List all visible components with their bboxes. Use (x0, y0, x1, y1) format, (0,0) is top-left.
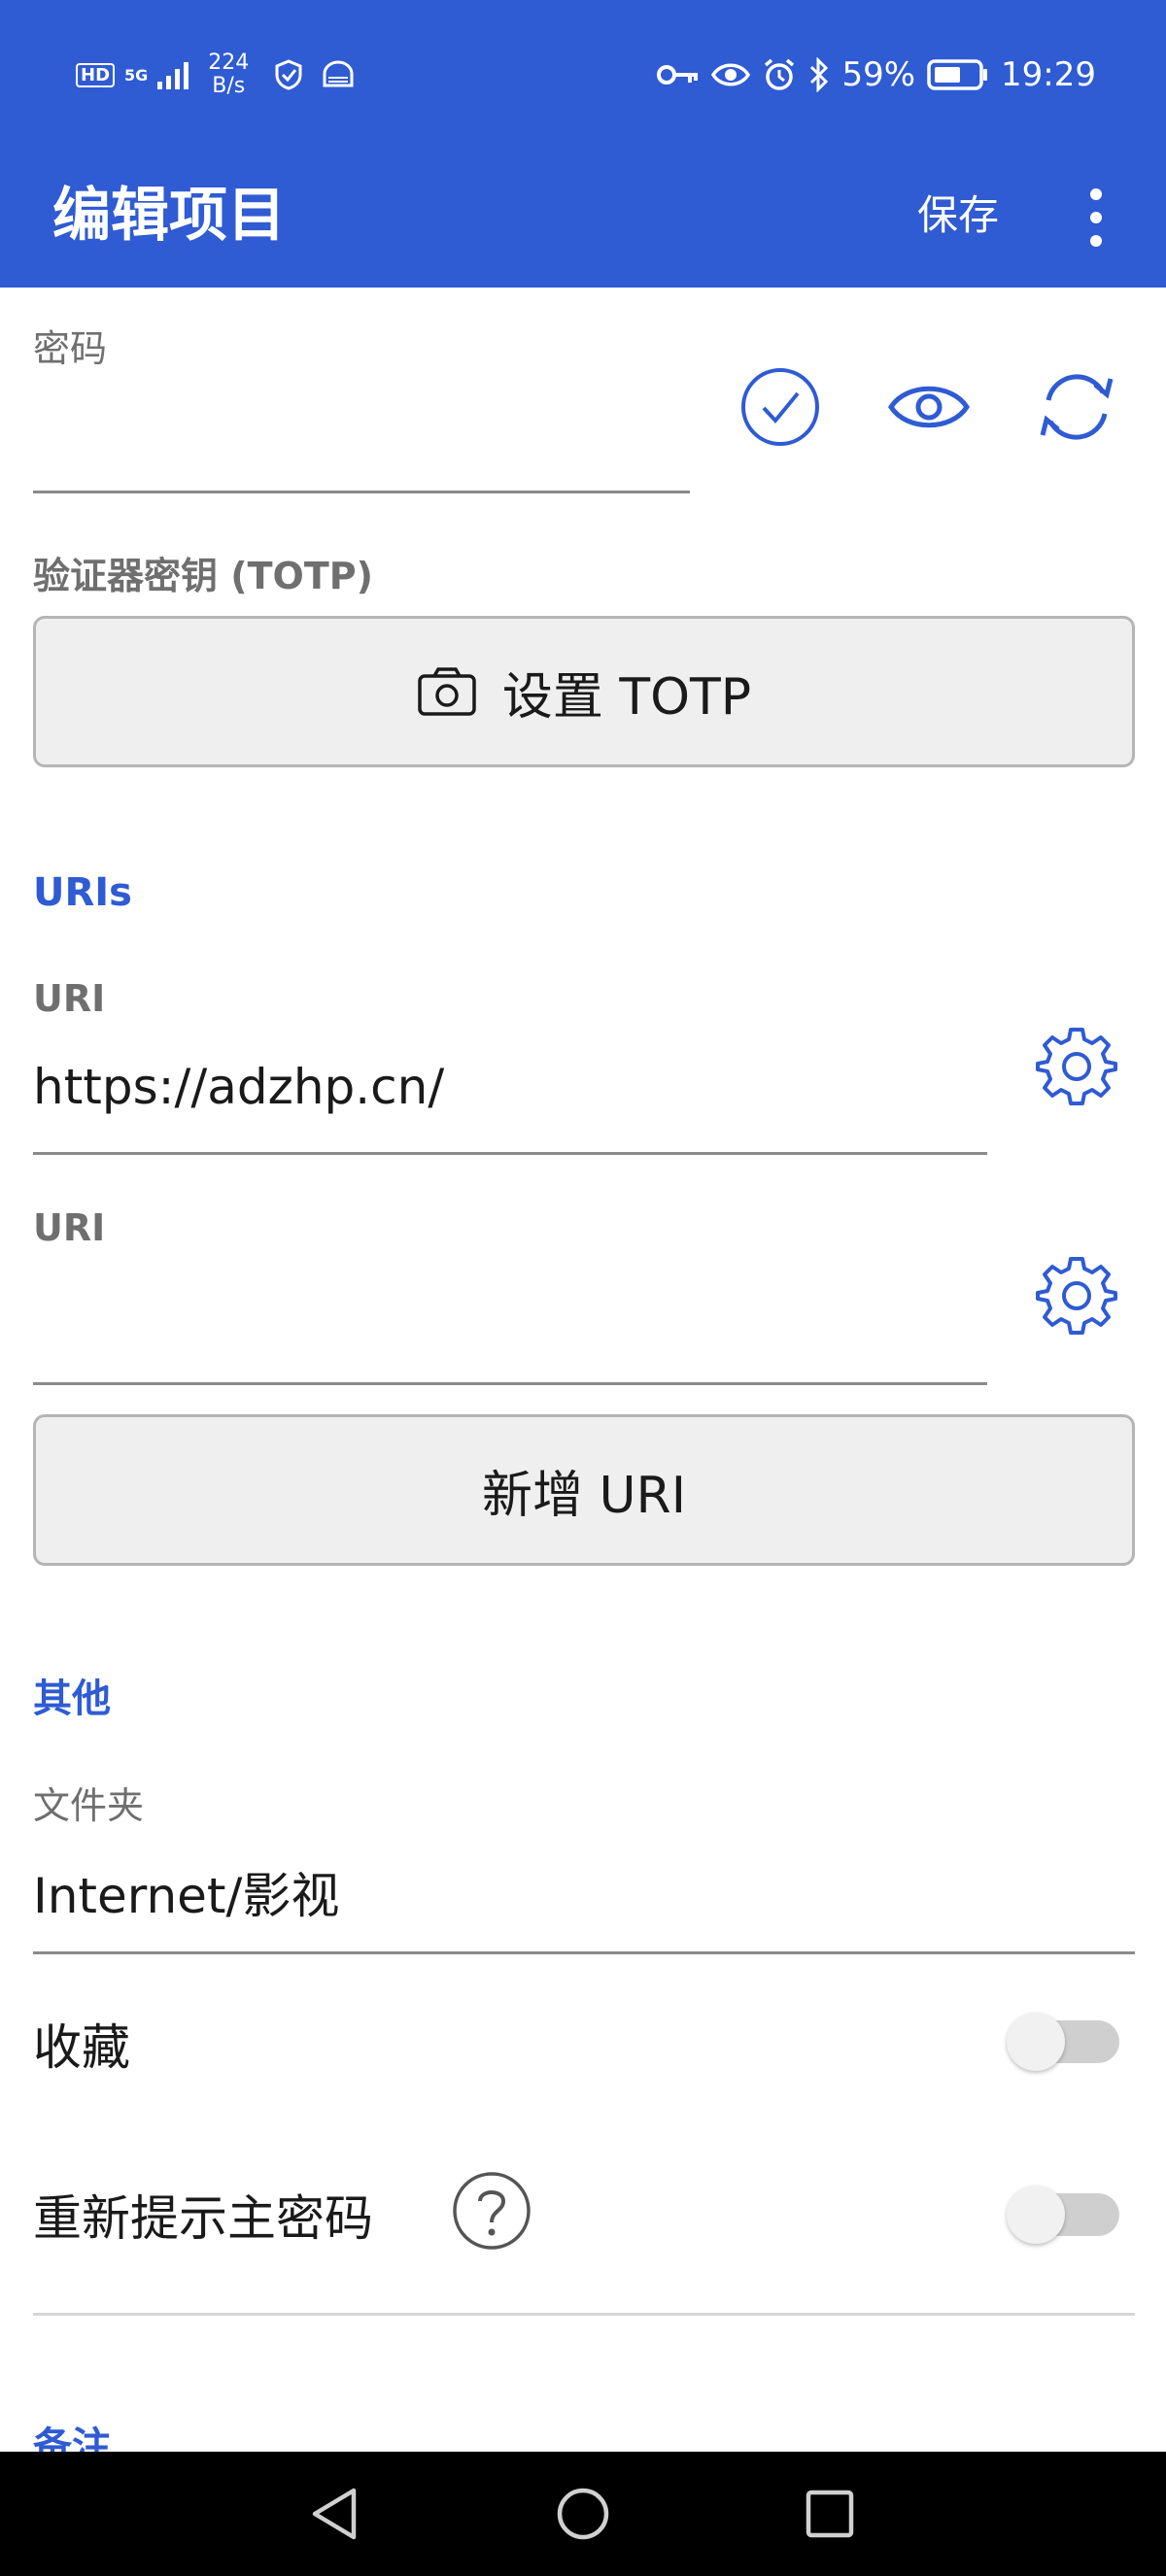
uri-underline (33, 1382, 987, 1385)
status-bar: HD 5G 224 B/s 59% 19:29 (0, 0, 1166, 146)
uri-input[interactable] (33, 1282, 966, 1360)
folder-select[interactable]: Internet/影视 (33, 1857, 1131, 1927)
generate-password-icon[interactable] (1035, 365, 1118, 449)
uri-label: URI (33, 1206, 106, 1249)
back-icon[interactable] (307, 2485, 365, 2543)
password-label: 密码 (33, 327, 108, 370)
more-dot (1090, 212, 1102, 223)
totp-label: 验证器密钥 (TOTP) (33, 555, 373, 597)
password-underline (33, 491, 690, 493)
battery-percent: 59% (841, 55, 916, 94)
help-icon[interactable] (451, 2170, 532, 2252)
page-title: 编辑项目 (52, 182, 286, 250)
uri-underline (33, 1152, 987, 1155)
uris-section-title: URIs (33, 870, 132, 915)
hd-icon: HD (76, 62, 116, 87)
battery-icon (927, 59, 988, 90)
app-bar: 编辑项目 保存 (0, 146, 1166, 288)
toggle-visibility-icon[interactable] (887, 365, 971, 449)
favorite-toggle[interactable] (1007, 2007, 1123, 2071)
alarm-icon (765, 58, 795, 90)
uri-input[interactable]: https://adzhp.cn/ (33, 1059, 966, 1115)
status-right: 59% 19:29 (657, 51, 1096, 99)
key-icon (657, 65, 699, 85)
password-input[interactable] (33, 379, 688, 476)
folder-underline (33, 1951, 1135, 1954)
navigation-bar (0, 2452, 1166, 2576)
more-dot (1090, 235, 1102, 247)
status-left: HD 5G 224 B/s (76, 51, 356, 99)
folder-label: 文件夹 (33, 1784, 145, 1827)
add-uri-button[interactable]: 新增 URI (33, 1414, 1135, 1566)
more-options-icon[interactable] (1077, 171, 1115, 264)
toggle-knob (1007, 2186, 1065, 2244)
favorite-label: 收藏 (33, 2019, 130, 2076)
uri-settings-gear-icon[interactable] (1036, 1026, 1117, 1107)
vpn-icon (323, 60, 354, 87)
uri-settings-gear-icon[interactable] (1036, 1255, 1117, 1337)
other-section-title: 其他 (33, 1677, 111, 1721)
save-button[interactable]: 保存 (917, 167, 999, 264)
more-dot (1090, 188, 1102, 200)
home-icon[interactable] (554, 2485, 612, 2543)
reprompt-label: 重新提示主密码 (33, 2190, 373, 2247)
check-password-icon[interactable] (738, 365, 822, 449)
camera-icon (418, 667, 476, 716)
shield-icon (275, 59, 302, 90)
uri-label: URI (33, 977, 106, 1020)
eye-icon (711, 63, 751, 86)
net-speed: 224 B/s (208, 51, 250, 98)
setup-totp-label: 设置 TOTP (501, 667, 752, 727)
recents-icon[interactable] (801, 2485, 859, 2543)
reprompt-toggle[interactable] (1007, 2180, 1123, 2244)
section-divider (33, 2313, 1135, 2316)
clock: 19:29 (1001, 55, 1096, 94)
toggle-knob (1007, 2013, 1065, 2071)
bluetooth-icon (810, 57, 829, 92)
signal-icon (157, 62, 189, 89)
network-type: 5G (124, 65, 149, 85)
add-uri-label: 新增 URI (481, 1466, 687, 1525)
setup-totp-button[interactable]: 设置 TOTP (33, 616, 1135, 767)
